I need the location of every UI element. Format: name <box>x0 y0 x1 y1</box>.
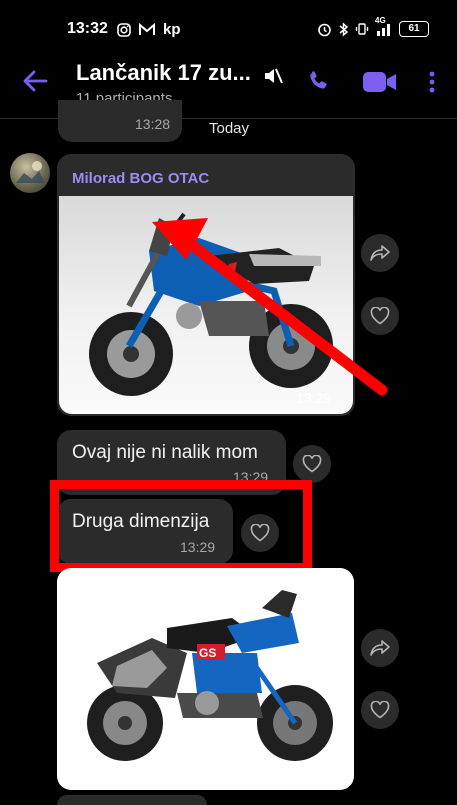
message-text: Ovaj nije ni nalik mom <box>72 442 258 463</box>
like-button[interactable] <box>293 445 331 483</box>
forward-button[interactable] <box>361 234 399 272</box>
like-button[interactable] <box>361 691 399 729</box>
more-options-icon[interactable] <box>428 71 436 93</box>
alarm-icon <box>318 23 331 36</box>
vibrate-icon <box>355 23 369 35</box>
back-arrow-icon[interactable] <box>22 69 48 93</box>
image-message-1[interactable]: Milorad BOG OTAC 13:29 <box>57 154 355 416</box>
video-call-icon[interactable] <box>362 70 398 94</box>
bluetooth-icon <box>339 21 349 37</box>
status-left-icons: kp <box>117 21 181 38</box>
network-type: 4G <box>375 16 386 25</box>
image-time-overlay: 13:29 <box>296 390 331 406</box>
forward-icon <box>370 245 390 261</box>
image-time-overlay: 13:30 <box>300 768 335 784</box>
heart-icon <box>370 701 390 719</box>
red-box-annotation <box>50 480 312 572</box>
chat-title[interactable]: Lančanik 17 zu... <box>76 60 251 86</box>
status-time: 13:32 <box>67 20 108 37</box>
like-button[interactable] <box>361 297 399 335</box>
day-separator: Today <box>209 120 250 137</box>
svg-text:GS: GS <box>199 646 216 660</box>
avatar-picture <box>16 161 45 183</box>
motorcycle-image-2: GS 13:30 <box>87 590 335 784</box>
sender-avatar[interactable] <box>10 153 50 193</box>
forward-icon <box>370 640 390 656</box>
muted-icon <box>265 68 283 84</box>
sender-name[interactable]: Milorad BOG OTAC <box>72 170 209 187</box>
phone-call-icon[interactable] <box>306 69 330 93</box>
image-message-2[interactable]: GS 13:30 <box>57 568 354 790</box>
signal-icon: 4G <box>375 16 393 36</box>
instagram-icon <box>117 22 131 37</box>
status-right-icons: 4G 61 <box>317 16 429 37</box>
message-bubble-previous[interactable]: 13:28 <box>58 100 182 142</box>
gmail-icon <box>139 23 155 35</box>
battery-indicator: 61 <box>399 21 429 37</box>
motorcycle-image: 13:29 <box>89 212 333 406</box>
heart-icon <box>302 455 322 473</box>
kp-notification-label: kp <box>163 21 181 38</box>
forward-button[interactable] <box>361 629 399 667</box>
message-time: 13:28 <box>135 116 171 132</box>
heart-icon <box>370 307 390 325</box>
motorcycle-photo[interactable]: 13:29 <box>59 196 353 414</box>
message-bubble-next[interactable] <box>57 795 207 805</box>
